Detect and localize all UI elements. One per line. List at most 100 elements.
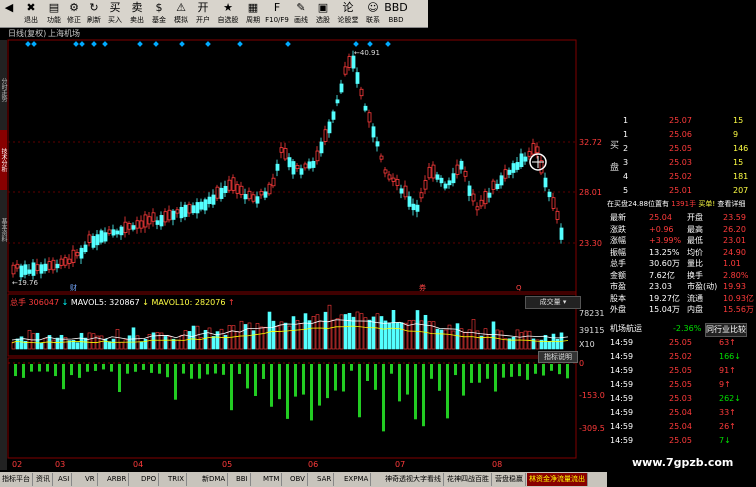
volume-bar	[187, 331, 192, 350]
volume-bar	[55, 337, 60, 350]
candle	[423, 180, 428, 190]
event-marker-5[interactable]	[102, 41, 108, 47]
volume-bar	[555, 338, 560, 350]
vol-total: 306047	[28, 298, 60, 307]
candle	[11, 264, 16, 275]
event-marker-4[interactable]	[91, 41, 97, 47]
tab-1[interactable]: 资讯	[34, 473, 53, 486]
candle	[159, 215, 164, 227]
sector-change: -2.36%	[673, 324, 702, 333]
tab-12[interactable]: EXPMA	[342, 473, 372, 486]
tab-4[interactable]: ARBR	[105, 473, 130, 486]
volume-bar	[123, 339, 128, 350]
sector-compare-button[interactable]: 同行业比较	[705, 323, 747, 337]
volume-bar	[219, 328, 224, 350]
tab-6[interactable]: TRIX	[166, 473, 187, 486]
tab-3[interactable]: VR	[83, 473, 98, 486]
quote-value: 25.04	[649, 213, 672, 222]
kline-chart[interactable]: 32.72 28.01 23.30 ←40.91 ←19.76 财 券 Q 78231 39115…	[0, 0, 607, 472]
event-marker-12[interactable]	[353, 41, 359, 47]
candle	[443, 183, 448, 189]
volume-bar	[511, 336, 516, 350]
candle	[387, 174, 392, 180]
volume-bar	[239, 320, 244, 350]
indicator-bar	[318, 364, 321, 406]
event-marker-7[interactable]	[153, 41, 159, 47]
tab-5[interactable]: DPO	[139, 473, 160, 486]
tab-15[interactable]: 营盘稳赢	[493, 473, 526, 486]
quote-key2: 流通	[687, 293, 703, 303]
candle	[231, 177, 236, 191]
event-marker-14[interactable]	[385, 41, 391, 47]
quote-key: 股本	[610, 293, 626, 303]
candle	[383, 169, 388, 174]
volume-bar	[303, 313, 308, 350]
event-marker-9[interactable]	[205, 41, 211, 47]
tick-price: 25.04	[669, 408, 692, 417]
event-marker-11[interactable]	[285, 41, 291, 47]
candle	[67, 258, 72, 264]
candle	[315, 150, 320, 162]
tab-0[interactable]: 指标平台	[0, 473, 33, 486]
volume-bar	[99, 335, 104, 350]
candle	[335, 99, 340, 104]
indicator-bar	[254, 364, 257, 396]
vol-tick-2: 39115	[579, 326, 604, 335]
volume-bar	[167, 336, 172, 350]
candle	[291, 161, 296, 175]
event-marker-3[interactable]	[79, 41, 85, 47]
volume-bar	[471, 319, 476, 350]
panel-row: 14:59 25.05 63↑	[607, 337, 756, 349]
indicator-bar	[358, 364, 361, 418]
indicator-bar	[86, 364, 89, 372]
tab-11[interactable]: SAR	[315, 473, 335, 486]
volume-bar	[91, 333, 96, 350]
candle	[75, 252, 80, 257]
quote-value: 19.27亿	[649, 293, 680, 303]
event-marker-1[interactable]	[31, 41, 37, 47]
x-tick-3: 05	[222, 460, 232, 469]
indicator-bar	[366, 364, 369, 381]
event-marker-2[interactable]	[73, 41, 79, 47]
candle	[327, 121, 332, 134]
candle	[211, 194, 216, 205]
volume-bar	[87, 332, 92, 350]
event-marker-6[interactable]	[137, 41, 143, 47]
volume-bar	[131, 327, 136, 350]
volume-selector[interactable]: 成交量 ▾	[525, 296, 581, 309]
candle	[407, 196, 412, 207]
detail-link[interactable]: 查看详细	[715, 200, 745, 208]
tab-8[interactable]: BBI	[234, 473, 251, 486]
tick-time: 14:59	[610, 366, 634, 375]
ob-side-label: 买盘	[610, 141, 620, 173]
tab-7[interactable]: 新DMA	[200, 473, 229, 486]
tab-13[interactable]: 神奇透视大字看线	[383, 473, 444, 486]
indicator-bar	[478, 364, 481, 383]
indicator-bar	[438, 364, 441, 391]
candle	[191, 205, 196, 214]
indicator-bar	[518, 364, 521, 377]
indicator-help-button[interactable]: 指标说明	[538, 351, 578, 363]
tab-2[interactable]: ASI	[56, 473, 73, 486]
volume-bar	[359, 313, 364, 350]
volume-bar	[151, 332, 156, 350]
x-tick-2: 04	[133, 460, 143, 469]
candle	[99, 230, 104, 243]
event-marker-0[interactable]	[25, 41, 31, 47]
event-marker-8[interactable]	[179, 41, 185, 47]
quote-value2: 15.56万	[723, 305, 754, 314]
tab-16[interactable]: 林资金净流量流出	[527, 473, 588, 486]
event-marker-13[interactable]	[367, 41, 373, 47]
buy-info-button[interactable]: 买单!	[696, 200, 715, 208]
event-marker-10[interactable]	[237, 41, 243, 47]
tab-14[interactable]: 花神四战百胜	[445, 473, 492, 486]
vol-tick-1: 78231	[579, 309, 604, 318]
buy-info-text: 在买盘24.88位置有	[607, 200, 670, 208]
candle	[63, 257, 68, 266]
tab-9[interactable]: MTM	[261, 473, 283, 486]
volume-bar	[519, 332, 524, 350]
tab-10[interactable]: OBV	[288, 473, 308, 486]
ob-level: 1	[623, 130, 629, 139]
quote-key2: 内盘	[687, 305, 703, 314]
candle	[55, 263, 60, 269]
